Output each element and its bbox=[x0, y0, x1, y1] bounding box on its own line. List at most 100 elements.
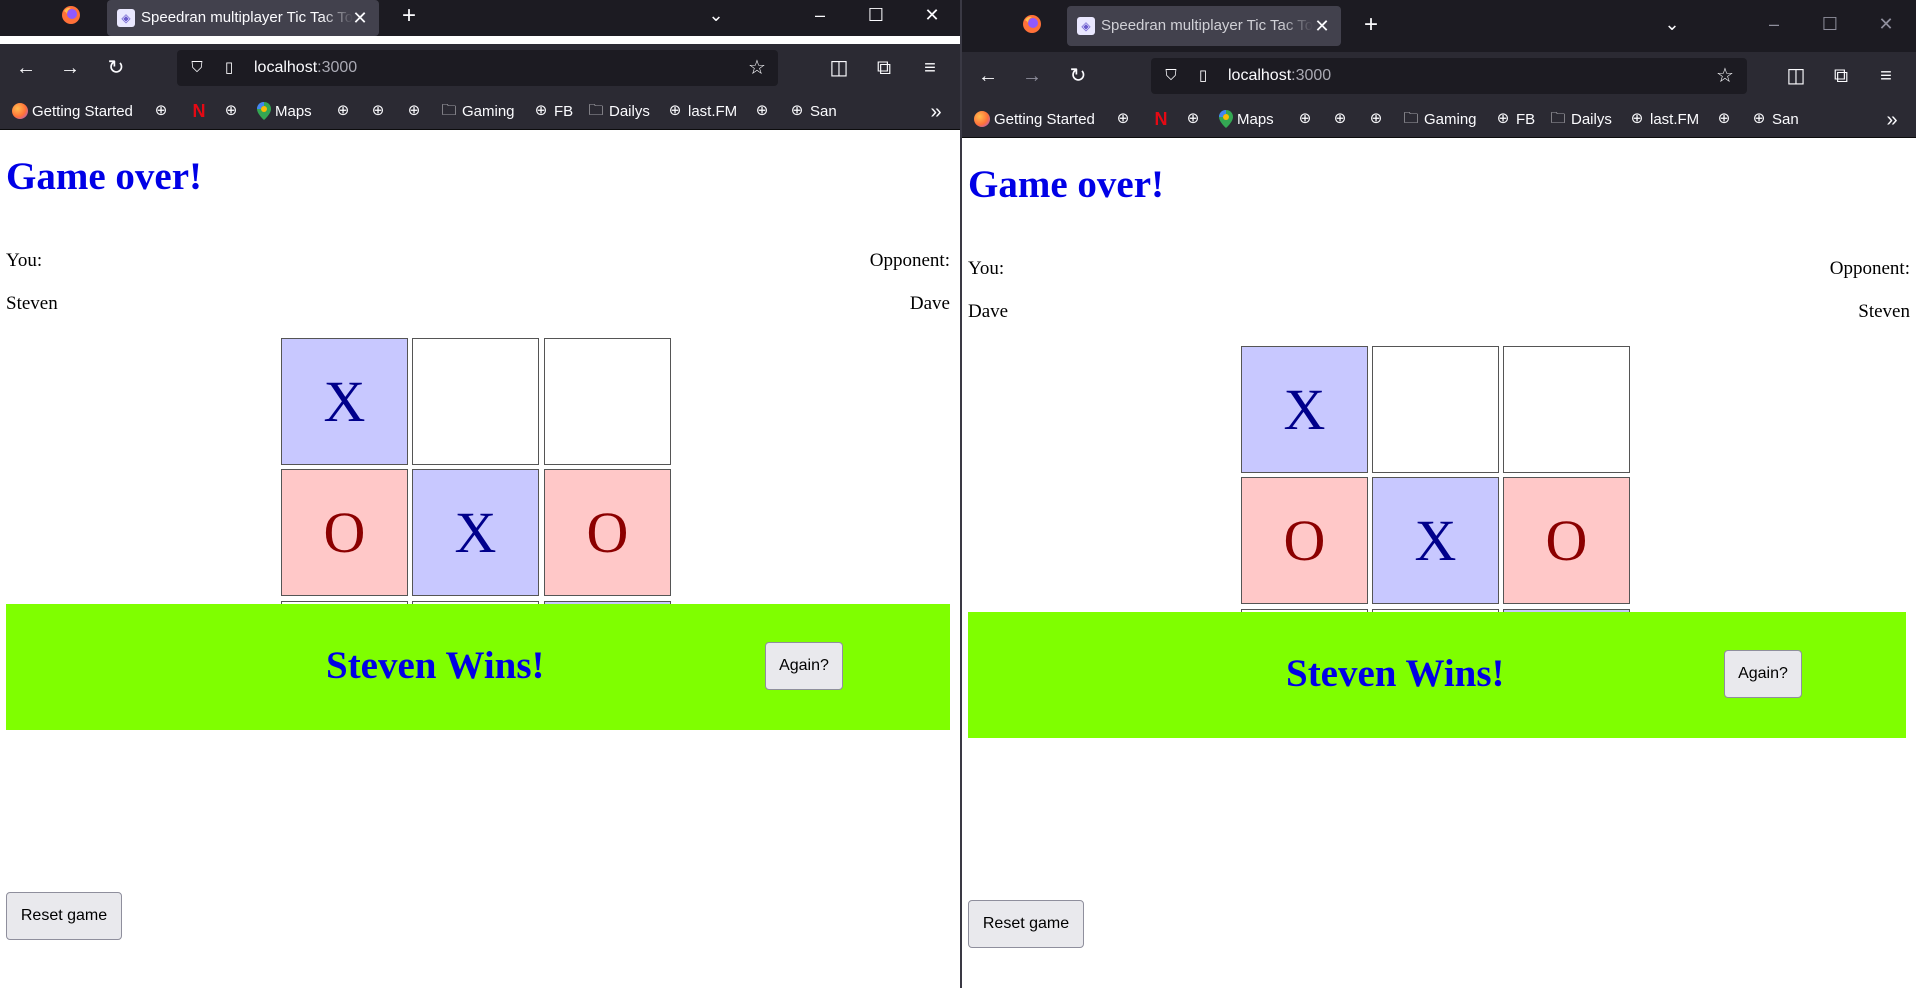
minimize-icon[interactable]: – bbox=[800, 0, 840, 30]
win-banner: Steven Wins! Again? bbox=[968, 612, 1906, 738]
firefox-icon[interactable] bbox=[61, 5, 81, 25]
bookmark-lastfm[interactable]: ⊕ last.FM bbox=[666, 102, 737, 122]
bookmark-maps[interactable]: Maps bbox=[1219, 110, 1274, 130]
shield-icon[interactable]: ⛉ bbox=[187, 58, 207, 78]
board-cell[interactable]: X bbox=[412, 469, 539, 596]
bookmark-globe[interactable]: ⊕ bbox=[152, 102, 170, 122]
bookmark-netflix[interactable]: N bbox=[1152, 110, 1170, 130]
board-cell[interactable]: X bbox=[1372, 477, 1499, 604]
url-bar[interactable]: ⛉ ▯ localhost:3000 ☆ bbox=[177, 50, 778, 86]
globe-icon: ⊕ bbox=[1717, 110, 1731, 127]
page-content: Game over! You: Opponent: Steven Dave X … bbox=[0, 130, 960, 988]
maximize-icon[interactable]: ☐ bbox=[1810, 9, 1850, 39]
bookmark-folder-dailys[interactable]: 🗀 Dailys bbox=[1549, 110, 1611, 130]
firefox-icon[interactable] bbox=[1022, 14, 1042, 34]
close-icon[interactable]: ✕ bbox=[1866, 9, 1906, 39]
again-button[interactable]: Again? bbox=[1724, 650, 1802, 698]
board-cell[interactable]: X bbox=[281, 338, 408, 465]
page-icon[interactable]: ▯ bbox=[1193, 66, 1213, 86]
globe-icon: ⊕ bbox=[336, 102, 350, 119]
close-icon[interactable]: ✕ bbox=[349, 7, 371, 29]
bookmark-globe[interactable]: ⊕ bbox=[1367, 110, 1385, 130]
maximize-icon[interactable]: ☐ bbox=[856, 0, 896, 30]
reset-game-button[interactable]: Reset game bbox=[6, 892, 122, 940]
board-cell[interactable]: O bbox=[1503, 477, 1630, 604]
back-icon[interactable]: ← bbox=[12, 54, 40, 82]
bookmark-globe[interactable]: ⊕ bbox=[1296, 110, 1314, 130]
bookmark-fb[interactable]: ⊕ FB bbox=[532, 102, 573, 122]
reload-icon[interactable]: ↻ bbox=[102, 54, 130, 82]
bookmark-globe[interactable]: ⊕ bbox=[1114, 110, 1132, 130]
bookmark-fb[interactable]: ⊕ FB bbox=[1494, 110, 1535, 130]
bookmark-getting-started[interactable]: Getting Started bbox=[974, 110, 1095, 130]
url-text[interactable]: localhost:3000 bbox=[254, 58, 357, 78]
bookmark-san[interactable]: ⊕ San bbox=[788, 102, 837, 122]
close-icon[interactable]: ✕ bbox=[912, 0, 952, 30]
pocket-icon[interactable]: ◫ bbox=[1782, 62, 1810, 90]
board-cell[interactable] bbox=[1503, 346, 1630, 473]
bookmark-globe[interactable]: ⊕ bbox=[222, 102, 240, 122]
chevron-down-icon[interactable]: ⌄ bbox=[1652, 9, 1692, 39]
bookmark-globe[interactable]: ⊕ bbox=[753, 102, 771, 122]
star-icon[interactable]: ☆ bbox=[745, 56, 769, 80]
extensions-icon[interactable]: ⧉ bbox=[1827, 62, 1855, 90]
extensions-icon[interactable]: ⧉ bbox=[870, 54, 898, 82]
star-icon[interactable]: ☆ bbox=[1713, 64, 1737, 88]
board-cell[interactable]: O bbox=[544, 469, 671, 596]
opponent-name: Dave bbox=[909, 293, 950, 314]
bookmark-folder-gaming[interactable]: 🗀 Gaming bbox=[1402, 110, 1476, 130]
pocket-icon[interactable]: ◫ bbox=[825, 54, 853, 82]
plus-icon[interactable]: + bbox=[394, 1, 424, 31]
bookmark-san[interactable]: ⊕ San bbox=[1750, 110, 1799, 130]
url-bar[interactable]: ⛉ ▯ localhost:3000 ☆ bbox=[1151, 58, 1747, 94]
shield-icon[interactable]: ⛉ bbox=[1161, 66, 1181, 86]
close-icon[interactable]: ✕ bbox=[1311, 15, 1333, 37]
board-cell[interactable] bbox=[412, 338, 539, 465]
plus-icon[interactable]: + bbox=[1356, 10, 1386, 40]
bookmark-globe[interactable]: ⊕ bbox=[405, 102, 423, 122]
board-cell[interactable]: O bbox=[1241, 477, 1368, 604]
url-text[interactable]: localhost:3000 bbox=[1228, 66, 1331, 86]
page-icon[interactable]: ▯ bbox=[219, 58, 239, 78]
tab-title: Speedran multiplayer Tic Tac Toe bbox=[141, 9, 353, 26]
chevron-down-icon[interactable]: ⌄ bbox=[696, 0, 736, 30]
globe-icon: ⊕ bbox=[1369, 110, 1383, 127]
minimize-icon[interactable]: – bbox=[1754, 9, 1794, 39]
reset-game-button[interactable]: Reset game bbox=[968, 900, 1084, 948]
reload-icon[interactable]: ↻ bbox=[1064, 62, 1092, 90]
globe-icon: ⊕ bbox=[1186, 110, 1200, 127]
overflow-chevron-icon[interactable]: » bbox=[924, 100, 948, 124]
again-button[interactable]: Again? bbox=[765, 642, 843, 690]
opponent-label: Opponent: bbox=[869, 250, 950, 271]
bookmark-lastfm[interactable]: ⊕ last.FM bbox=[1628, 110, 1699, 130]
tab-tictactoe[interactable]: ◈ Speedran multiplayer Tic Tac Toe ✕ bbox=[1067, 6, 1341, 46]
menu-icon[interactable]: ≡ bbox=[1872, 62, 1900, 90]
bookmark-globe[interactable]: ⊕ bbox=[1715, 110, 1733, 130]
bookmark-folder-gaming[interactable]: 🗀 Gaming bbox=[440, 102, 514, 122]
menu-icon[interactable]: ≡ bbox=[916, 54, 944, 82]
board-cell[interactable] bbox=[544, 338, 671, 465]
bookmark-getting-started[interactable]: Getting Started bbox=[12, 102, 133, 122]
back-icon[interactable]: ← bbox=[974, 62, 1002, 90]
board-cell[interactable]: O bbox=[281, 469, 408, 596]
bookmark-globe[interactable]: ⊕ bbox=[1331, 110, 1349, 130]
bookmark-maps[interactable]: Maps bbox=[257, 102, 312, 122]
bookmark-globe[interactable]: ⊕ bbox=[369, 102, 387, 122]
bookmark-globe[interactable]: ⊕ bbox=[1184, 110, 1202, 130]
opponent-label: Opponent: bbox=[1829, 258, 1910, 279]
tab-tictactoe[interactable]: ◈ Speedran multiplayer Tic Tac Toe ✕ bbox=[107, 0, 379, 36]
board-cell[interactable] bbox=[1372, 346, 1499, 473]
bookmark-folder-dailys[interactable]: 🗀 Dailys bbox=[587, 102, 649, 122]
bookmark-globe[interactable]: ⊕ bbox=[334, 102, 352, 122]
bookmark-netflix[interactable]: N bbox=[190, 102, 208, 122]
forward-icon[interactable]: → bbox=[56, 54, 84, 82]
globe-icon: ⊕ bbox=[1298, 110, 1312, 127]
tab-favicon-icon: ◈ bbox=[1077, 17, 1095, 35]
forward-icon[interactable]: → bbox=[1018, 62, 1046, 90]
folder-icon: 🗀 bbox=[441, 102, 457, 119]
overflow-chevron-icon[interactable]: » bbox=[1880, 108, 1904, 132]
folder-icon: 🗀 bbox=[1403, 110, 1419, 127]
globe-icon: ⊕ bbox=[1333, 110, 1347, 127]
board-cell[interactable]: X bbox=[1241, 346, 1368, 473]
nav-bar: ← → ↻ ⛉ ▯ localhost:3000 ☆ ◫ ⧉ ≡ bbox=[0, 44, 960, 92]
